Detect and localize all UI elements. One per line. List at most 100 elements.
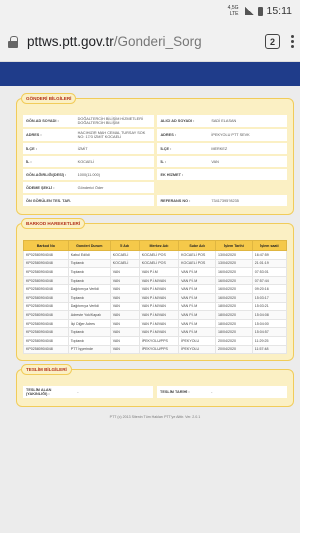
table-cell: VAN bbox=[109, 267, 140, 277]
table-cell: KP02580904048 bbox=[23, 267, 69, 277]
sender-name-label: GÖN.AD SOYADI : bbox=[23, 115, 75, 127]
table-cell: KP02580904048 bbox=[23, 284, 69, 294]
table-cell: 13/04/2020 bbox=[214, 250, 253, 260]
table-cell: Dağıtımıya Verildi bbox=[67, 301, 111, 312]
estimated-delivery-value bbox=[74, 195, 154, 206]
table-cell: KP02580904048 bbox=[23, 335, 69, 346]
table-row: KP02580904048 Toplandı VAN VAN P.İ.M/VAN VAN… bbox=[23, 327, 288, 337]
estimated-delivery-label: ÖN GÖRÜLEN TES. TAR. bbox=[23, 195, 75, 206]
payment-type-value: Gönderici Öder bbox=[74, 182, 154, 193]
table-cell: VAN bbox=[109, 292, 140, 303]
tab-switcher-button[interactable]: 2 bbox=[265, 34, 280, 49]
table-cell: 15:04:57 bbox=[251, 327, 288, 337]
table-cell: KOCAELİ POS bbox=[178, 258, 216, 269]
signal-icon bbox=[244, 7, 254, 15]
table-cell: VAN P.İ.M/VAN bbox=[138, 301, 180, 312]
lock-icon[interactable] bbox=[8, 35, 18, 48]
delivery-date-value: - bbox=[208, 386, 287, 399]
overflow-menu-icon[interactable] bbox=[290, 35, 294, 48]
table-cell: VAN P.İ.M/VAN bbox=[138, 310, 180, 320]
shipment-info-table: GÖN.AD SOYADI : DOĞALTERCİH BİLİŞİM HİZM… bbox=[23, 113, 287, 208]
table-cell: VAN bbox=[109, 301, 140, 312]
table-cell: 18/04/2020 bbox=[214, 327, 253, 337]
sender-address-label: ADRES : bbox=[23, 129, 75, 141]
sender-district-label: İLÇE : bbox=[23, 143, 75, 154]
table-cell: 16/04/2020 bbox=[214, 292, 253, 303]
barcode-movements-panel: BARKOD HAREKETLERİ Barkod No Gonderi Duru… bbox=[16, 218, 294, 362]
table-row: KP02580904048 Toplandı VAN VAN P.İ.M/VAN VAN… bbox=[23, 275, 288, 286]
table-cell: 21:01:19 bbox=[251, 258, 288, 269]
table-cell: 20/04/2020 bbox=[214, 344, 253, 355]
status-bar: 4,5G LTE 15:11 bbox=[0, 0, 300, 22]
table-cell: VAN bbox=[109, 318, 140, 329]
receiver-address-value: İPEKYOLU PTT SEVK bbox=[208, 129, 287, 141]
table-cell: 11:29:25 bbox=[251, 335, 288, 346]
weight-value: 1000(11.000) bbox=[74, 169, 154, 180]
table-cell: Toplandı bbox=[67, 327, 111, 337]
table-cell: İPEKYOLU bbox=[178, 344, 216, 355]
table-cell: VAN P.İ.M bbox=[178, 267, 216, 277]
table-row: KP02580904048 Kabul Edildi KOCAELİ KOCAELİ … bbox=[23, 250, 288, 260]
column-header: Merkez Adı bbox=[138, 240, 180, 251]
address-bar[interactable]: pttws.ptt.gov.tr/Gonderi_Sorg bbox=[27, 34, 257, 49]
table-cell: 09:20:16 bbox=[251, 284, 288, 294]
table-cell: VAN bbox=[109, 275, 140, 286]
table-cell: VAN P.İ.M bbox=[178, 310, 216, 320]
table-cell: 15:03:17 bbox=[251, 292, 288, 303]
table-row: KP02580904048 Toplandı VAN İPEKYOLU/PPS İPEK… bbox=[23, 335, 288, 346]
table-cell: KP02580904048 bbox=[23, 258, 69, 269]
browser-toolbar: pttws.ptt.gov.tr/Gonderi_Sorg 2 bbox=[0, 22, 300, 62]
table-cell: 20/04/2020 bbox=[214, 335, 253, 346]
table-cell: VAN P.İ.M bbox=[138, 267, 180, 277]
table-cell: İPEKYOLU/PPS bbox=[138, 335, 180, 346]
receiver-district-value: MERKEZ bbox=[208, 143, 287, 154]
web-page: GÖNDERİ BİLGİLERİ GÖN.AD SOYADI : DOĞALT… bbox=[0, 62, 300, 533]
column-header: İşlem Tarihi bbox=[214, 240, 253, 251]
table-cell: 16/04/2020 bbox=[214, 275, 253, 286]
table-row: KP02580904048 Toplandı VAN VAN P.İ.M/VAN VAN… bbox=[23, 292, 288, 303]
battery-icon bbox=[257, 6, 263, 16]
table-cell: KP02580904048 bbox=[23, 301, 69, 312]
table-cell: Dağıtımıya Verildi bbox=[67, 284, 111, 294]
barcode-movements-table: Barkod No Gonderi Durum İl Adı Merkez Adı Su… bbox=[23, 240, 288, 355]
barcode-movements-title: BARKOD HAREKETLERİ bbox=[21, 218, 86, 229]
url-path: /Gonderi_Sorg bbox=[113, 34, 202, 49]
tracking-content: GÖNDERİ BİLGİLERİ GÖN.AD SOYADI : DOĞALT… bbox=[16, 93, 294, 419]
table-cell: VAN bbox=[109, 327, 140, 337]
network-indicator: 4,5G LTE bbox=[228, 5, 239, 17]
table-cell: 15:03:21 bbox=[251, 301, 288, 312]
table-cell: Toplandı bbox=[67, 335, 111, 346]
table-cell: KOCAELİ bbox=[109, 250, 140, 260]
table-cell: VAN bbox=[109, 310, 140, 320]
table-cell: KP02580904048 bbox=[23, 250, 69, 260]
table-row: KP02580904048 PTT İşyerinde VAN İPEKYOLU/PP… bbox=[23, 344, 288, 355]
receiver-name-value: SADİ ELASAN bbox=[208, 115, 287, 127]
table-cell: VAN P.İ.M bbox=[178, 301, 216, 312]
table-cell: KOCAELİ bbox=[109, 258, 140, 269]
reference-no-label: REFERANS NO : bbox=[157, 195, 209, 206]
table-cell: VAN bbox=[109, 344, 140, 355]
table-cell: Kabul Edildi bbox=[67, 250, 111, 260]
received-by-value: - bbox=[74, 386, 154, 399]
table-cell: Toplandı bbox=[67, 258, 111, 269]
table-cell: 16/04/2020 bbox=[214, 284, 253, 294]
shipment-info-title: GÖNDERİ BİLGİLERİ bbox=[21, 93, 77, 104]
clock: 15:11 bbox=[266, 5, 293, 17]
table-cell: KOCAELİ POS bbox=[138, 250, 180, 260]
table-cell: KP02580904048 bbox=[23, 344, 69, 355]
table-cell: İPEKYOLU/PPS bbox=[138, 344, 180, 355]
sender-name-value: DOĞALTERCİH BİLİŞİM HİZMETLERİ DOĞALTERC… bbox=[74, 115, 154, 127]
sender-city-value: KOCAELİ bbox=[74, 156, 154, 167]
table-cell: KP02580904048 bbox=[23, 292, 69, 303]
delivery-date-label: TESLİM TARİHİ : bbox=[157, 386, 209, 399]
column-header: Gonderi Durum bbox=[67, 240, 111, 251]
table-cell: KP02580904048 bbox=[23, 275, 69, 286]
payment-type-label: ÖDEME ŞEKLİ : bbox=[23, 182, 75, 193]
table-header-row: Barkod No Gonderi Durum İl Adı Merkez Adı Su… bbox=[23, 240, 288, 251]
table-cell: VAN P.İ.M/VAN bbox=[138, 292, 180, 303]
url-host: pttws.ptt.gov.tr bbox=[27, 34, 114, 49]
sender-address-value: HACIHIZIR MAH CEMAL TURSAY SOK NO: 17/3 … bbox=[74, 129, 154, 141]
table-cell: 15:04:08 bbox=[251, 310, 288, 320]
network-subtype: LTE bbox=[229, 11, 239, 17]
table-row: KP02580904048 İlçi Diğer Adres VAN VAN P.İ.… bbox=[23, 318, 288, 329]
